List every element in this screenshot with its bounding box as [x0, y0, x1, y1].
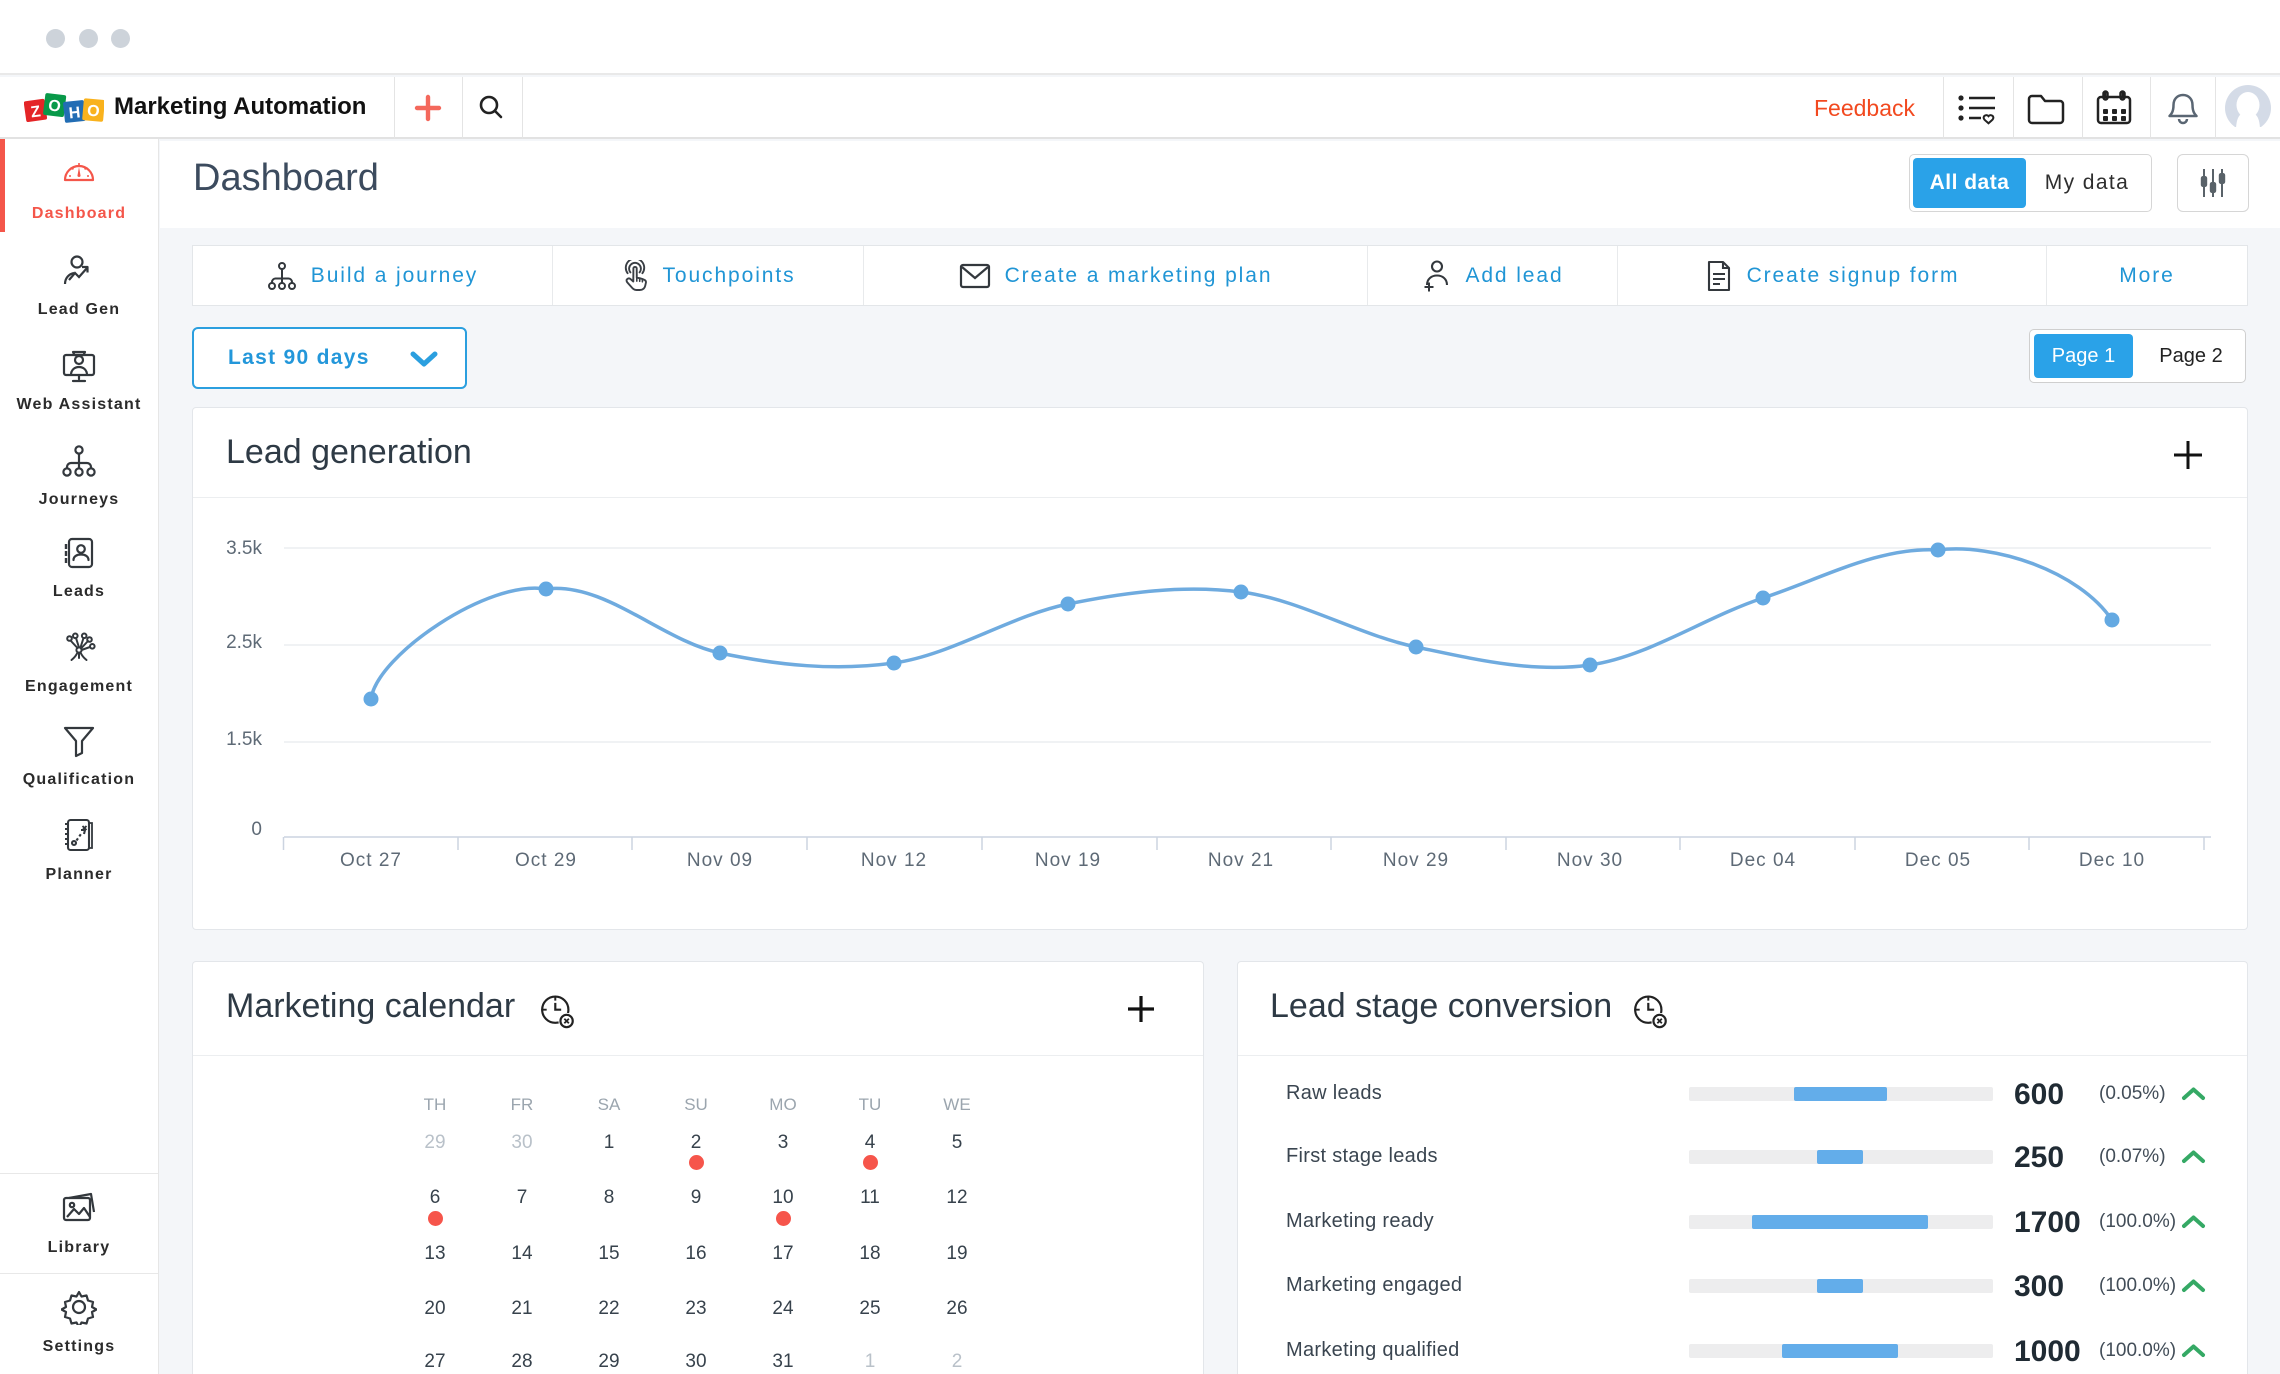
svg-text:O: O	[47, 97, 61, 115]
svg-text:H: H	[68, 104, 81, 122]
svg-text:O: O	[86, 103, 100, 121]
